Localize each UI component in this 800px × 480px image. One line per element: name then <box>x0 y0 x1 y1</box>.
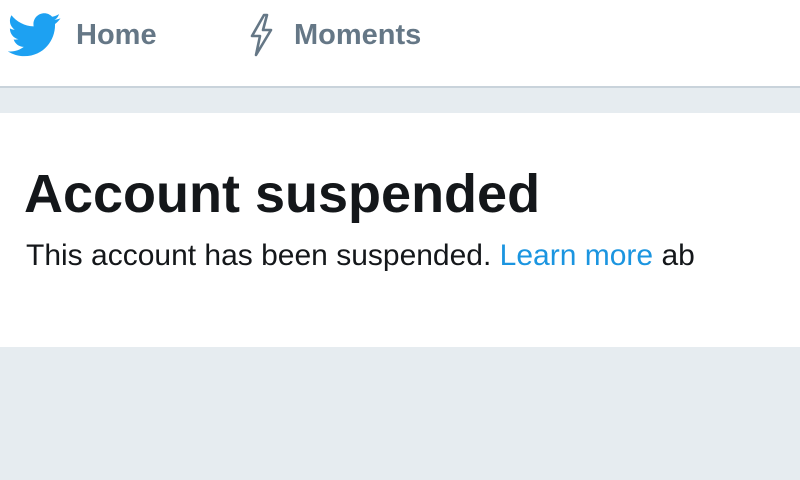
learn-more-link[interactable]: Learn more <box>500 239 653 272</box>
suspended-notice-card: Account suspended This account has been … <box>0 113 800 347</box>
top-navigation-bar: Home Moments <box>0 0 800 88</box>
page-title: Account suspended <box>24 164 541 224</box>
nav-home[interactable]: Home <box>8 0 157 70</box>
lightning-bolt-icon <box>244 12 278 58</box>
page-divider-strip <box>0 88 800 113</box>
suspension-message-text: This account has been suspended. <box>26 239 492 272</box>
twitter-bird-icon <box>8 13 62 57</box>
nav-home-label: Home <box>76 18 157 51</box>
nav-moments[interactable]: Moments <box>244 0 421 70</box>
suspension-message: This account has been suspended. Learn m… <box>26 239 695 273</box>
suspension-message-trailing-text: ab <box>661 239 695 272</box>
nav-moments-label: Moments <box>294 18 422 51</box>
